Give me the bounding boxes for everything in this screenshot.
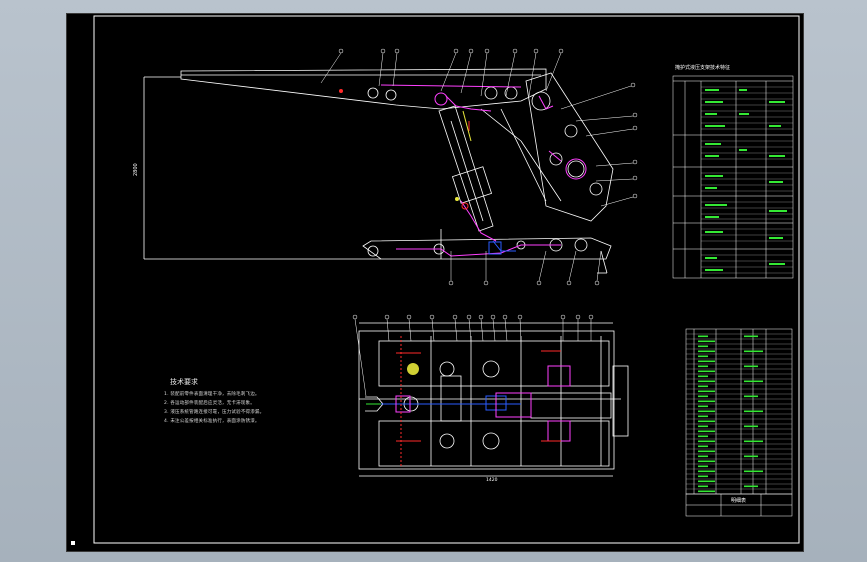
parts-row-entry <box>698 425 708 428</box>
parts-row-entry <box>698 360 715 363</box>
tech-requirement-line-1: 1. 装配前零件表面清理干净，去除毛刺飞边。 <box>164 392 260 397</box>
parts-row-entry <box>698 430 715 433</box>
parts-row-entry <box>698 415 708 418</box>
assembly-drawing: 2800 1420 <box>71 15 800 545</box>
parts-row-entry <box>698 485 708 488</box>
cad-viewport[interactable]: 2800 1420 技术要求 1. 装配前零件表面清理干净，去除毛刺飞边。 2.… <box>66 13 804 552</box>
parts-row-entry <box>698 350 715 353</box>
parts-row-material <box>744 350 763 353</box>
parts-row-entry <box>698 450 715 453</box>
tech-feature-table-green-entries <box>705 89 787 271</box>
tech-requirements-title: 技术要求 <box>170 378 198 386</box>
parts-row-entry <box>698 435 708 438</box>
parts-row-entry <box>698 375 708 378</box>
parts-row-entry <box>698 355 708 358</box>
corner-mark <box>71 541 75 545</box>
parts-row-entry <box>698 410 715 413</box>
parts-row-entry <box>698 490 715 493</box>
svg-text:2800: 2800 <box>133 163 139 176</box>
parts-row-entry <box>698 385 708 388</box>
parts-row-entry <box>698 380 715 383</box>
parts-row-entry <box>698 395 708 398</box>
parts-row-material <box>744 485 758 488</box>
tech-requirement-line-2: 2. 各运动部件装配后应灵活，无卡滞现象。 <box>164 401 255 406</box>
top-view-hydraulics <box>366 336 571 466</box>
parts-row-entry <box>698 400 715 403</box>
parts-row-material <box>744 455 758 458</box>
parts-row-entry <box>698 365 708 368</box>
parts-row-entry <box>698 455 708 458</box>
parts-row-entry <box>698 465 708 468</box>
parts-row-entry <box>698 480 715 483</box>
parts-list-title: 明细表 <box>731 498 747 504</box>
parts-row-entry <box>698 445 708 448</box>
parts-row-material <box>744 425 758 428</box>
tech-feature-table <box>672 75 794 279</box>
parts-row-entry <box>698 390 715 393</box>
parts-row-material <box>744 470 763 473</box>
side-view-hydraulics <box>380 84 587 257</box>
parts-row-material <box>744 335 758 338</box>
parts-row-material <box>744 440 763 443</box>
parts-row-entry <box>698 460 715 463</box>
parts-row-entry <box>698 405 708 408</box>
parts-row-material <box>744 365 758 368</box>
tech-requirement-line-4: 4. 未注公差按相关标准执行，表面涂防锈漆。 <box>164 419 260 424</box>
top-view: 1420 <box>358 322 629 483</box>
tech-requirement-line-3: 3. 液压系统管路连接可靠，压力试验不得渗漏。 <box>164 410 265 415</box>
parts-row-entry <box>698 335 708 338</box>
parts-row-entry <box>698 440 715 443</box>
top-view-callouts <box>352 314 594 397</box>
parts-row-material <box>744 395 758 398</box>
tech-feature-table-title: 掩护式液压支架技术特征 <box>675 65 731 71</box>
parts-row-entry <box>698 475 708 478</box>
parts-row-entry <box>698 340 715 343</box>
parts-row-material <box>744 380 763 383</box>
parts-row-entry <box>698 370 715 373</box>
svg-text:1420: 1420 <box>486 477 498 483</box>
parts-row-material <box>744 410 763 413</box>
parts-row-entry <box>698 470 715 473</box>
parts-row-entry <box>698 420 715 423</box>
parts-row-entry <box>698 345 708 348</box>
